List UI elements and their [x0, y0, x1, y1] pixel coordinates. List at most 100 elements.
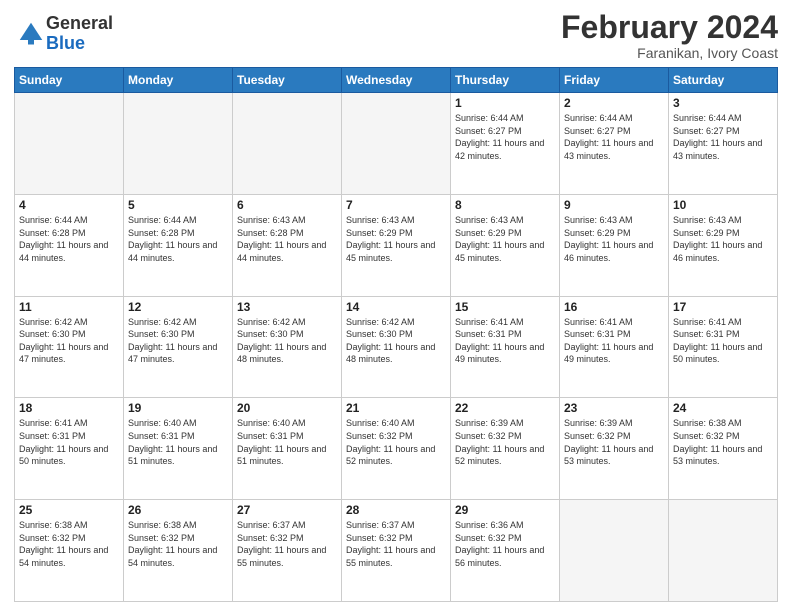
day-info: Sunrise: 6:43 AMSunset: 6:29 PMDaylight:… [455, 214, 555, 264]
day-cell [233, 93, 342, 195]
calendar-header: Sunday Monday Tuesday Wednesday Thursday… [15, 68, 778, 93]
col-thursday: Thursday [451, 68, 560, 93]
header: General Blue February 2024 Faranikan, Iv… [14, 10, 778, 61]
day-info: Sunrise: 6:44 AMSunset: 6:27 PMDaylight:… [673, 112, 773, 162]
day-info: Sunrise: 6:41 AMSunset: 6:31 PMDaylight:… [564, 316, 664, 366]
day-cell: 11 Sunrise: 6:42 AMSunset: 6:30 PMDayligh… [15, 296, 124, 398]
day-info: Sunrise: 6:43 AMSunset: 6:29 PMDaylight:… [564, 214, 664, 264]
day-info: Sunrise: 6:39 AMSunset: 6:32 PMDaylight:… [564, 417, 664, 467]
day-cell: 23 Sunrise: 6:39 AMSunset: 6:32 PMDayligh… [560, 398, 669, 500]
col-saturday: Saturday [669, 68, 778, 93]
day-cell: 22 Sunrise: 6:39 AMSunset: 6:32 PMDayligh… [451, 398, 560, 500]
day-cell: 24Sunrise: 6:38 AMSunset: 6:32 PMDayligh… [669, 398, 778, 500]
col-wednesday: Wednesday [342, 68, 451, 93]
day-number: 26 [128, 503, 228, 517]
calendar-body: 1 Sunrise: 6:44 AMSunset: 6:27 PMDaylight… [15, 93, 778, 602]
day-cell: 21 Sunrise: 6:40 AMSunset: 6:32 PMDayligh… [342, 398, 451, 500]
day-number: 15 [455, 300, 555, 314]
day-number: 10 [673, 198, 773, 212]
day-cell: 26 Sunrise: 6:38 AMSunset: 6:32 PMDayligh… [124, 500, 233, 602]
col-friday: Friday [560, 68, 669, 93]
day-cell: 8 Sunrise: 6:43 AMSunset: 6:29 PMDaylight… [451, 194, 560, 296]
day-cell: 1Sunrise: 6:44 AMSunset: 6:27 PMDaylight… [451, 93, 560, 195]
day-number: 8 [455, 198, 555, 212]
day-info: Sunrise: 6:38 AMSunset: 6:32 PMDaylight:… [128, 519, 228, 569]
calendar-table: Sunday Monday Tuesday Wednesday Thursday… [14, 67, 778, 602]
day-cell: 18 Sunrise: 6:41 AMSunset: 6:31 PMDayligh… [15, 398, 124, 500]
day-info: Sunrise: 6:37 AMSunset: 6:32 PMDaylight:… [237, 519, 337, 569]
day-number: 20 [237, 401, 337, 415]
day-cell: 5 Sunrise: 6:44 AMSunset: 6:28 PMDaylight… [124, 194, 233, 296]
day-info: Sunrise: 6:38 AMSunset: 6:32 PMDaylight:… [19, 519, 119, 569]
day-number: 2 [564, 96, 664, 110]
logo-icon [16, 19, 46, 49]
day-number: 18 [19, 401, 119, 415]
day-cell: 27 Sunrise: 6:37 AMSunset: 6:32 PMDayligh… [233, 500, 342, 602]
day-cell: 20 Sunrise: 6:40 AMSunset: 6:31 PMDayligh… [233, 398, 342, 500]
day-cell: 14Sunrise: 6:42 AMSunset: 6:30 PMDayligh… [342, 296, 451, 398]
day-number: 5 [128, 198, 228, 212]
day-number: 22 [455, 401, 555, 415]
day-cell [560, 500, 669, 602]
day-number: 9 [564, 198, 664, 212]
logo-general: General [46, 14, 113, 34]
day-cell: 10Sunrise: 6:43 AMSunset: 6:29 PMDayligh… [669, 194, 778, 296]
day-info: Sunrise: 6:38 AMSunset: 6:32 PMDaylight:… [673, 417, 773, 467]
day-info: Sunrise: 6:42 AMSunset: 6:30 PMDaylight:… [237, 316, 337, 366]
logo-blue: Blue [46, 34, 113, 54]
day-info: Sunrise: 6:39 AMSunset: 6:32 PMDaylight:… [455, 417, 555, 467]
logo: General Blue [14, 14, 113, 54]
day-cell: 16 Sunrise: 6:41 AMSunset: 6:31 PMDayligh… [560, 296, 669, 398]
day-number: 29 [455, 503, 555, 517]
day-number: 28 [346, 503, 446, 517]
col-sunday: Sunday [15, 68, 124, 93]
day-number: 4 [19, 198, 119, 212]
day-number: 21 [346, 401, 446, 415]
day-number: 23 [564, 401, 664, 415]
day-cell: 13 Sunrise: 6:42 AMSunset: 6:30 PMDayligh… [233, 296, 342, 398]
week-row-3: 18 Sunrise: 6:41 AMSunset: 6:31 PMDayligh… [15, 398, 778, 500]
logo-text: General Blue [46, 14, 113, 54]
day-number: 16 [564, 300, 664, 314]
day-info: Sunrise: 6:41 AMSunset: 6:31 PMDaylight:… [673, 316, 773, 366]
day-number: 13 [237, 300, 337, 314]
day-cell: 2 Sunrise: 6:44 AMSunset: 6:27 PMDaylight… [560, 93, 669, 195]
day-info: Sunrise: 6:40 AMSunset: 6:31 PMDaylight:… [128, 417, 228, 467]
day-info: Sunrise: 6:44 AMSunset: 6:28 PMDaylight:… [19, 214, 119, 264]
day-info: Sunrise: 6:44 AMSunset: 6:27 PMDaylight:… [564, 112, 664, 162]
day-number: 1 [455, 96, 555, 110]
week-row-4: 25 Sunrise: 6:38 AMSunset: 6:32 PMDayligh… [15, 500, 778, 602]
day-number: 7 [346, 198, 446, 212]
day-number: 19 [128, 401, 228, 415]
page: General Blue February 2024 Faranikan, Iv… [0, 0, 792, 612]
header-row: Sunday Monday Tuesday Wednesday Thursday… [15, 68, 778, 93]
day-cell: 4 Sunrise: 6:44 AMSunset: 6:28 PMDaylight… [15, 194, 124, 296]
day-cell: 17 Sunrise: 6:41 AMSunset: 6:31 PMDayligh… [669, 296, 778, 398]
day-info: Sunrise: 6:40 AMSunset: 6:32 PMDaylight:… [346, 417, 446, 467]
week-row-0: 1 Sunrise: 6:44 AMSunset: 6:27 PMDaylight… [15, 93, 778, 195]
day-number: 17 [673, 300, 773, 314]
day-cell [124, 93, 233, 195]
col-tuesday: Tuesday [233, 68, 342, 93]
day-cell: 6Sunrise: 6:43 AMSunset: 6:28 PMDaylight… [233, 194, 342, 296]
col-monday: Monday [124, 68, 233, 93]
day-info: Sunrise: 6:44 AMSunset: 6:28 PMDaylight:… [128, 214, 228, 264]
day-cell: 7 Sunrise: 6:43 AMSunset: 6:29 PMDaylight… [342, 194, 451, 296]
day-cell: 12Sunrise: 6:42 AMSunset: 6:30 PMDayligh… [124, 296, 233, 398]
day-cell: 19 Sunrise: 6:40 AMSunset: 6:31 PMDayligh… [124, 398, 233, 500]
day-info: Sunrise: 6:42 AMSunset: 6:30 PMDaylight:… [346, 316, 446, 366]
day-number: 11 [19, 300, 119, 314]
day-info: Sunrise: 6:42 AMSunset: 6:30 PMDaylight:… [128, 316, 228, 366]
day-info: Sunrise: 6:41 AMSunset: 6:31 PMDaylight:… [19, 417, 119, 467]
day-number: 27 [237, 503, 337, 517]
day-info: Sunrise: 6:40 AMSunset: 6:31 PMDaylight:… [237, 417, 337, 467]
day-cell: 25 Sunrise: 6:38 AMSunset: 6:32 PMDayligh… [15, 500, 124, 602]
day-info: Sunrise: 6:42 AMSunset: 6:30 PMDaylight:… [19, 316, 119, 366]
day-cell: 28Sunrise: 6:37 AMSunset: 6:32 PMDayligh… [342, 500, 451, 602]
day-number: 25 [19, 503, 119, 517]
day-info: Sunrise: 6:43 AMSunset: 6:29 PMDaylight:… [346, 214, 446, 264]
day-info: Sunrise: 6:36 AMSunset: 6:32 PMDaylight:… [455, 519, 555, 569]
day-cell [15, 93, 124, 195]
title-block: February 2024 Faranikan, Ivory Coast [561, 10, 778, 61]
subtitle: Faranikan, Ivory Coast [561, 45, 778, 61]
